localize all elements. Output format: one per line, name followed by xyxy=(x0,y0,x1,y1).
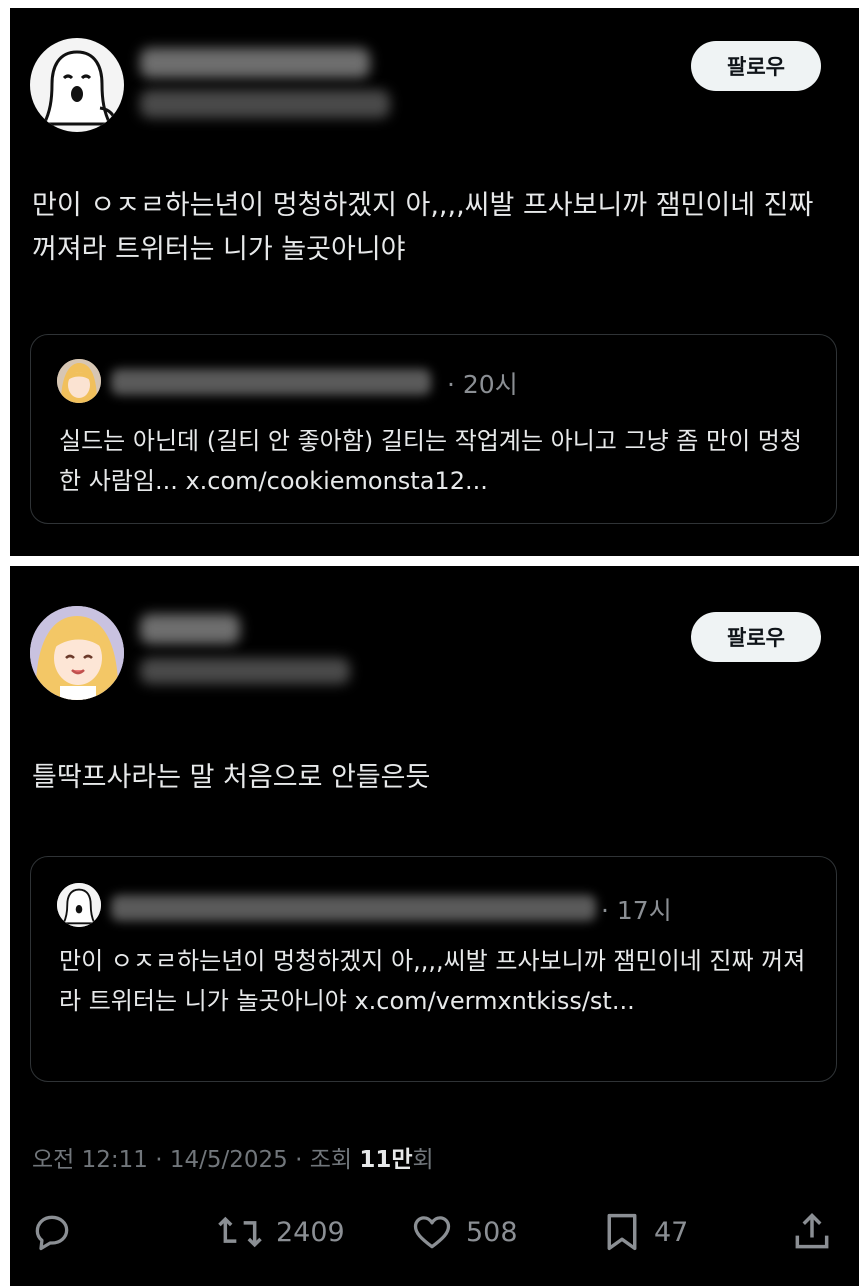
quote-time: · 17시 xyxy=(601,896,672,925)
bookmark-button[interactable]: 47 xyxy=(602,1210,688,1254)
blurred-handle xyxy=(140,90,390,118)
blurred-handle xyxy=(140,658,350,684)
follow-button[interactable]: 팔로우 xyxy=(691,612,821,662)
like-button[interactable]: 508 xyxy=(410,1210,518,1254)
timestamp[interactable]: 오전 12:11 · 14/5/2025 · 조회 xyxy=(32,1147,359,1173)
blurred-display-name xyxy=(140,48,370,78)
tweet-text: 만이 ㅇㅈㄹ하는년이 멍청하겠지 아,,,,씨발 프사보니까 잼민이네 진짜 꺼… xyxy=(32,190,814,265)
action-bar: 2409 508 47 xyxy=(10,1202,859,1262)
reply-post-1: 팔로우 만이 ㅇㅈㄹ하는년이 멍청하겠지 아,,,,씨발 프사보니까 잼민이네 … xyxy=(10,8,859,556)
retweet-button[interactable]: 2409 xyxy=(216,1210,345,1254)
quote-avatar xyxy=(57,883,101,927)
like-icon xyxy=(413,1216,451,1249)
quote-text: 실드는 아닌데 (길티 안 좋아함) 길티는 작업계는 아니고 그냥 좀 만이 … xyxy=(59,427,802,495)
blurred-quote-author xyxy=(111,369,431,395)
retweet-icon xyxy=(218,1216,262,1248)
follow-button[interactable]: 팔로우 xyxy=(691,41,821,91)
tweet-text: 틀딱프사라는 말 처음으로 안들은듯 xyxy=(32,762,431,793)
quote-tweet-card[interactable]: · 17시 만이 ㅇㅈㄹ하는년이 멍청하겠지 아,,,,씨발 프사보니까 잼민이… xyxy=(30,856,837,1082)
quote-time: · 20시 xyxy=(447,370,518,399)
retweet-count: 2409 xyxy=(276,1216,345,1248)
reply-icon xyxy=(35,1215,69,1251)
share-icon xyxy=(795,1213,829,1249)
reply-button[interactable] xyxy=(30,1210,74,1254)
blurred-quote-author xyxy=(111,895,596,921)
main-post: 팔로우 틀딱프사라는 말 처음으로 안들은듯 · 17시 만이 ㅇㅈㄹ하는년이 … xyxy=(10,566,859,1286)
share-button[interactable] xyxy=(790,1210,834,1254)
like-count: 508 xyxy=(466,1216,518,1248)
quote-tweet-card[interactable]: · 20시 실드는 아닌데 (길티 안 좋아함) 길티는 작업계는 아니고 그냥… xyxy=(30,334,837,524)
avatar-ghost[interactable] xyxy=(30,38,124,132)
quote-text: 만이 ㅇㅈㄹ하는년이 멍청하겠지 아,,,,씨발 프사보니까 잼민이네 진짜 꺼… xyxy=(59,947,806,1015)
view-count: 11만 xyxy=(359,1147,413,1173)
bookmark-count: 47 xyxy=(654,1216,689,1248)
post-metadata: 오전 12:11 · 14/5/2025 · 조회 11만회 xyxy=(32,1140,434,1174)
blurred-display-name xyxy=(140,614,240,644)
avatar-anime[interactable] xyxy=(30,606,124,700)
quote-avatar xyxy=(57,359,101,403)
bookmark-icon xyxy=(607,1213,637,1251)
view-suffix: 회 xyxy=(412,1147,434,1173)
